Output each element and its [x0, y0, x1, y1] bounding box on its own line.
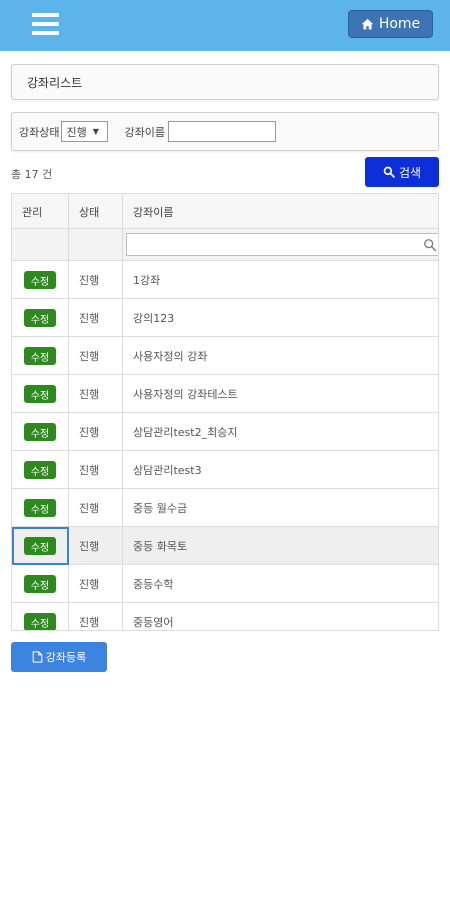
register-button-label: 강좌등록: [45, 651, 87, 664]
table-header: 관리 상태 강좌이름: [12, 194, 438, 229]
hamburger-line: [32, 13, 59, 17]
search-button[interactable]: 검색: [365, 157, 439, 187]
edit-button[interactable]: 수정: [24, 613, 56, 630]
name-input[interactable]: [167, 121, 276, 142]
filter-cell-empty: [12, 229, 69, 260]
manage-cell: 수정: [12, 489, 69, 527]
course-name-cell[interactable]: 중등수학: [123, 565, 438, 603]
manage-cell: 수정: [12, 299, 69, 337]
chevron-down-icon: ▼: [92, 127, 99, 136]
status-cell: 진행: [69, 299, 123, 337]
table-body: 수정 진행 1강좌 수정 진행 강의123 수정 진행 사용자정의 강좌 수정 진행 사용자정의 강좌…: [12, 261, 438, 630]
status-filter-label: 강좌상태: [19, 125, 60, 139]
course-name-cell[interactable]: 상담관리test2_최승지: [123, 413, 438, 451]
manage-cell: 수정: [12, 337, 69, 375]
top-bar: Home: [0, 0, 450, 51]
hamburger-icon[interactable]: [32, 13, 59, 35]
edit-button[interactable]: 수정: [24, 461, 56, 479]
course-name-cell[interactable]: 중등영어: [123, 603, 438, 630]
course-name-cell[interactable]: 상담관리test3: [123, 451, 438, 489]
edit-button[interactable]: 수정: [24, 575, 56, 593]
status-cell: 진행: [69, 489, 123, 527]
table-row[interactable]: 수정 진행 중등영어: [12, 603, 438, 630]
status-cell: 진행: [69, 527, 123, 565]
course-table: 관리 상태 강좌이름 수정 진행 1강좌 수정 진행 강의123 수정 진행 사용자정의 강좌 수…: [11, 193, 439, 631]
filter-panel: 강좌상태 진행 ▼ 강좌이름: [11, 112, 439, 151]
hamburger-line: [32, 31, 59, 35]
status-cell: 진행: [69, 413, 123, 451]
table-row[interactable]: 수정 진행 중등 월수금: [12, 489, 438, 527]
status-cell: 진행: [69, 565, 123, 603]
edit-button[interactable]: 수정: [24, 537, 56, 555]
table-row[interactable]: 수정 진행 1강좌: [12, 261, 438, 299]
course-name-cell[interactable]: 중등 화목토: [123, 527, 438, 565]
table-row[interactable]: 수정 진행 중등수학: [12, 565, 438, 603]
result-count: 총 17 건: [11, 168, 53, 181]
page-title: 강좌리스트: [27, 75, 83, 90]
course-name-cell[interactable]: 1강좌: [123, 261, 438, 299]
page-title-panel: 강좌리스트: [11, 64, 439, 100]
table-row[interactable]: 수정 진행 상담관리test2_최승지: [12, 413, 438, 451]
status-cell: 진행: [69, 337, 123, 375]
manage-cell: 수정: [12, 527, 69, 565]
document-icon: [32, 651, 43, 663]
course-name-cell[interactable]: 사용자정의 강좌: [123, 337, 438, 375]
manage-cell: 수정: [12, 565, 69, 603]
edit-button[interactable]: 수정: [24, 271, 56, 289]
manage-cell: 수정: [12, 413, 69, 451]
manage-cell: 수정: [12, 451, 69, 489]
table-row[interactable]: 수정 진행 사용자정의 강좌: [12, 337, 438, 375]
status-cell: 진행: [69, 603, 123, 630]
manage-cell: 수정: [12, 375, 69, 413]
search-icon: [424, 239, 437, 252]
home-button-label: Home: [378, 16, 421, 32]
table-filter-row: [12, 229, 438, 261]
course-name-cell[interactable]: 사용자정의 강좌테스트: [123, 375, 438, 413]
status-select[interactable]: 진행 ▼: [61, 121, 109, 142]
manage-cell: 수정: [12, 261, 69, 299]
status-cell: 진행: [69, 261, 123, 299]
status-cell: 진행: [69, 375, 123, 413]
search-button-label: 검색: [398, 165, 422, 180]
name-filter-label: 강좌이름: [124, 125, 165, 139]
header-manage: 관리: [12, 194, 69, 229]
filter-cell-empty: [69, 229, 123, 260]
course-name-cell[interactable]: 중등 월수금: [123, 489, 438, 527]
status-select-value: 진행: [66, 125, 87, 139]
register-course-button[interactable]: 강좌등록: [11, 642, 107, 672]
edit-button[interactable]: 수정: [24, 309, 56, 327]
table-row[interactable]: 수정 진행 강의123: [12, 299, 438, 337]
column-search-input[interactable]: [126, 233, 438, 256]
manage-cell: 수정: [12, 603, 69, 630]
search-icon: [383, 166, 395, 178]
header-status: 상태: [69, 194, 123, 229]
filter-cell-name: [123, 229, 438, 260]
edit-button[interactable]: 수정: [24, 385, 56, 403]
home-button[interactable]: Home: [348, 10, 433, 38]
home-icon: [361, 18, 374, 29]
table-row[interactable]: 수정 진행 상담관리test3: [12, 451, 438, 489]
status-cell: 진행: [69, 451, 123, 489]
header-name[interactable]: 강좌이름: [123, 194, 438, 229]
hamburger-line: [32, 22, 59, 26]
table-row[interactable]: 수정 진행 중등 화목토: [12, 527, 438, 565]
table-row[interactable]: 수정 진행 사용자정의 강좌테스트: [12, 375, 438, 413]
edit-button[interactable]: 수정: [24, 347, 56, 365]
edit-button[interactable]: 수정: [24, 423, 56, 441]
course-name-cell[interactable]: 강의123: [123, 299, 438, 337]
edit-button[interactable]: 수정: [24, 499, 56, 517]
